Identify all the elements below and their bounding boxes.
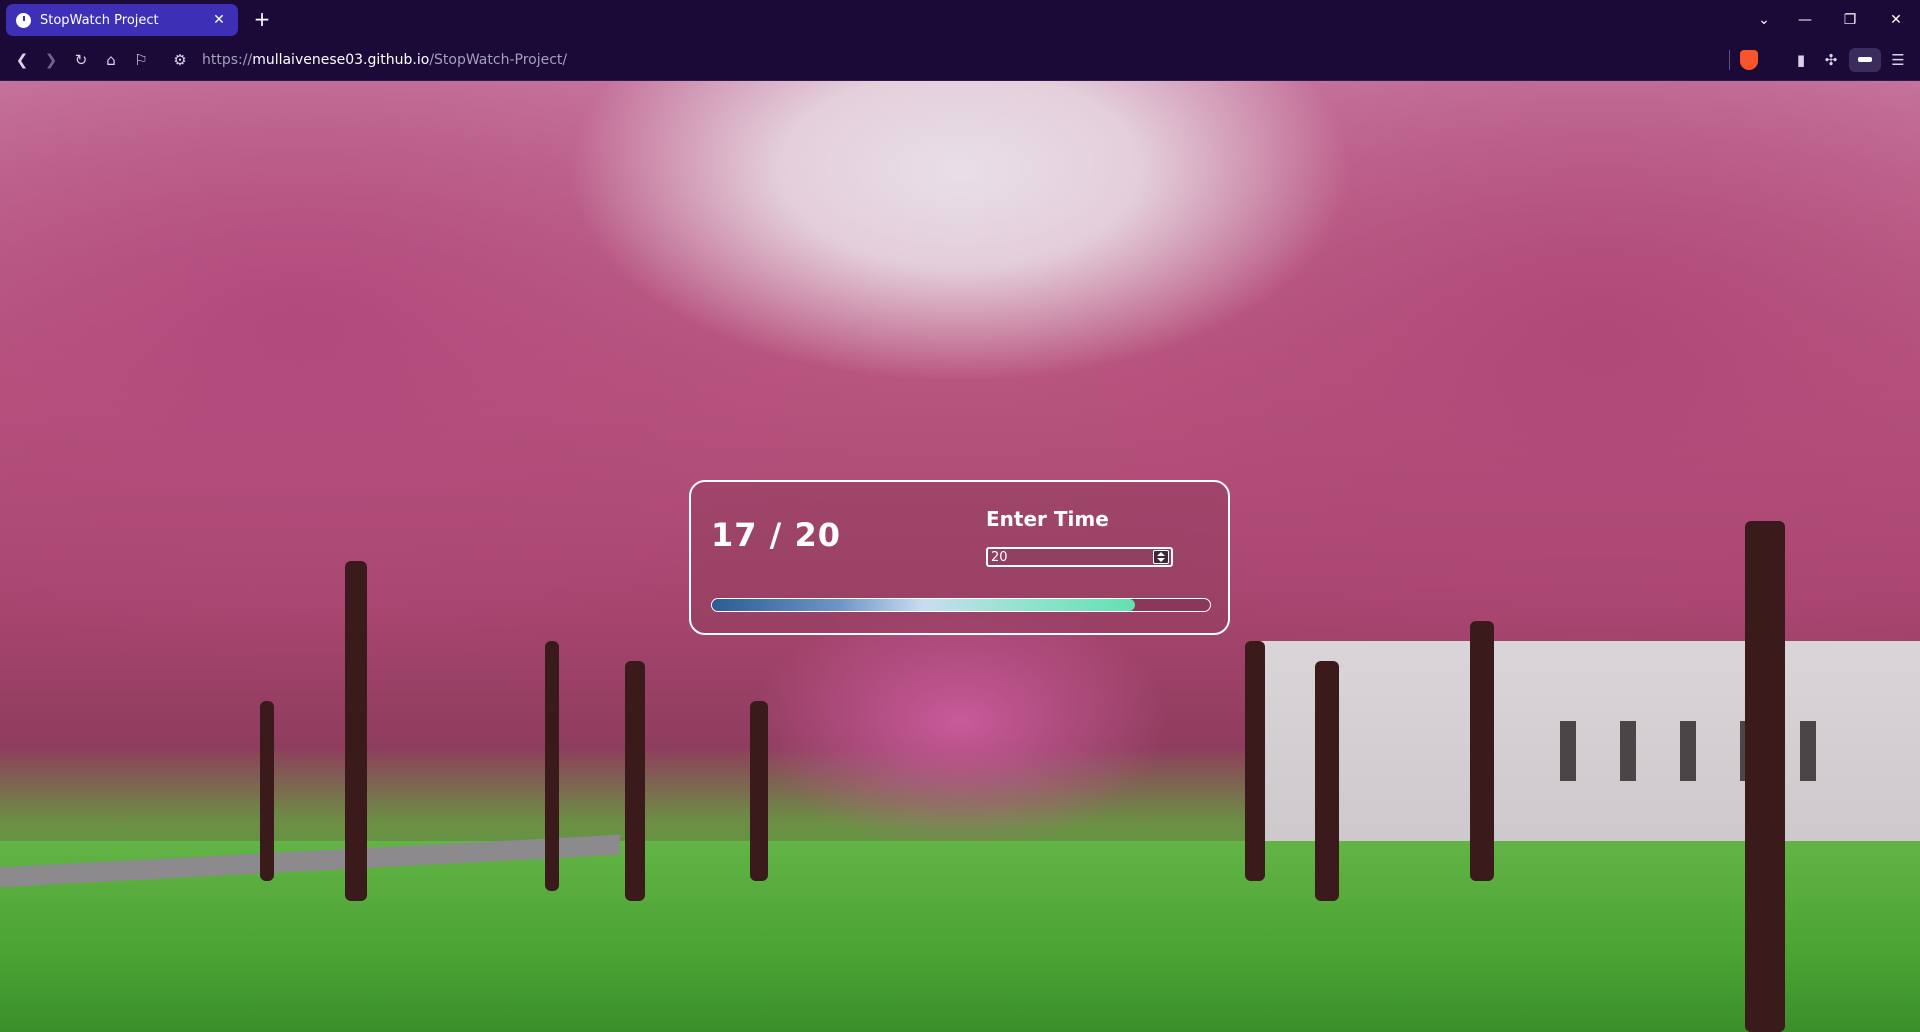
browser-toolbar: ❮ ❯ ↻ ⌂ ⚐ ⚙ https://mullaivenese03.githu… (0, 40, 1920, 81)
tree-trunk (1245, 641, 1265, 881)
tree-trunk (625, 661, 645, 901)
new-tab-button[interactable]: + (250, 8, 274, 32)
tree-trunk (345, 561, 367, 901)
site-settings-icon[interactable]: ⚙ (168, 48, 192, 72)
tree-trunk (260, 701, 274, 881)
browser-tab-bar: StopWatch Project ✕ + ⌄ — ❐ ✕ (0, 0, 1920, 40)
url-path: /StopWatch-Project/ (429, 52, 568, 68)
tab-title: StopWatch Project (40, 12, 159, 28)
tree-trunk (1470, 621, 1494, 881)
close-window-icon[interactable]: ✕ (1884, 8, 1908, 32)
forward-icon[interactable]: ❯ (39, 48, 63, 72)
number-spinner-icon[interactable] (1153, 550, 1169, 564)
tree-trunk (1315, 661, 1339, 901)
spin-down-icon[interactable] (1157, 558, 1165, 562)
stopwatch-card: 17 / 20 Enter Time (689, 480, 1230, 635)
url-scheme: https:// (202, 52, 253, 68)
extensions-icon[interactable]: ✣ (1819, 48, 1843, 72)
tree-trunk (545, 641, 559, 891)
minimize-icon[interactable]: — (1793, 8, 1817, 32)
back-icon[interactable]: ❮ (10, 48, 34, 72)
spin-up-icon[interactable] (1157, 552, 1165, 556)
elapsed-time-display: 17 / 20 (711, 516, 842, 554)
progress-bar-fill (712, 599, 1136, 611)
vpn-extension-icon[interactable] (1849, 48, 1881, 72)
brave-shields-icon[interactable] (1740, 50, 1758, 70)
progress-bar (711, 598, 1211, 612)
home-icon[interactable]: ⌂ (99, 48, 123, 72)
toolbar-divider (1729, 50, 1730, 70)
tab-stopwatch-project[interactable]: StopWatch Project ✕ (6, 4, 238, 36)
tab-close-icon[interactable]: ✕ (210, 12, 228, 28)
tab-list-dropdown-icon[interactable]: ⌄ (1752, 8, 1776, 32)
url-host: mullaivenese03.github.io (252, 52, 430, 68)
tree-trunk (1745, 521, 1785, 1032)
stopwatch-favicon-icon (16, 12, 31, 28)
reload-icon[interactable]: ↻ (69, 48, 93, 72)
address-bar[interactable]: https://mullaivenese03.github.io/StopWat… (202, 50, 567, 70)
bookmark-icon[interactable]: ⚐ (129, 48, 153, 72)
enter-time-label: Enter Time (986, 507, 1109, 531)
menu-icon[interactable]: ☰ (1886, 48, 1910, 72)
tree-trunk (750, 701, 768, 881)
page-background: 17 / 20 Enter Time (0, 81, 1920, 1032)
wallet-icon[interactable]: ▮ (1789, 48, 1813, 72)
time-input[interactable] (986, 547, 1173, 567)
restore-icon[interactable]: ❐ (1838, 8, 1862, 32)
